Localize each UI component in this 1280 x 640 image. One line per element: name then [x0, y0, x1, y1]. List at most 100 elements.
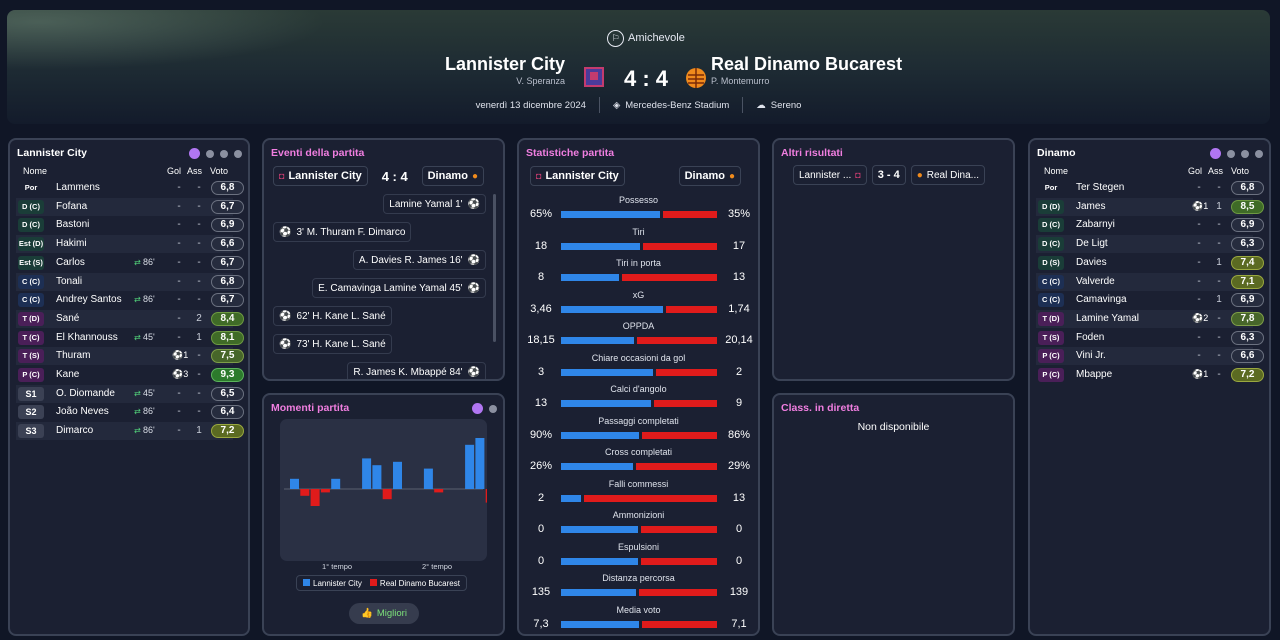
events-home-team[interactable]: ◘ Lannister City [273, 166, 368, 186]
pager-dot-active[interactable] [1210, 148, 1221, 159]
away-team[interactable]: Real Dinamo Bucarest P. Montemurro [711, 53, 902, 87]
lineup-row[interactable]: D (S) Davies - 1 7,4 [1036, 254, 1264, 272]
result-home[interactable]: Lannister ... ◘ [793, 165, 867, 185]
player-name[interactable]: Valverde [1076, 276, 1115, 287]
lineup-row[interactable]: D (C) Fofana - -6,7 [16, 197, 244, 216]
lineup-row[interactable]: P (C) Kane ⚽3-9,3 [16, 366, 244, 384]
lineup-row[interactable]: S2 João Neves ⇄ 86' - -6,4 [16, 403, 244, 421]
goals-value: - [1197, 350, 1201, 362]
player-name[interactable]: James [1076, 201, 1105, 212]
lineup-row[interactable]: T (D) Lamine Yamal ⚽2-7,8 [1036, 309, 1264, 328]
lineup-row[interactable]: C (C) Andrey Santos ⇄ 86' - -6,7 [16, 291, 244, 309]
player-name[interactable]: El Khannouss [56, 332, 118, 343]
stat-home-value: 0 [537, 554, 545, 567]
event-item[interactable]: R. James K. Mbappé 84' ⚽ [347, 362, 486, 379]
player-name[interactable]: Foden [1076, 332, 1104, 343]
stat-home-value: 3,46 [530, 302, 552, 315]
pager-dot[interactable] [220, 149, 228, 158]
lineup-row[interactable]: Por Ter Stegen - -6,8 [1036, 179, 1264, 197]
lineup-row[interactable]: T (S) Foden - -6,3 [1036, 329, 1264, 347]
position-badge: D (S) [1038, 255, 1064, 270]
result-away-label: Real Dina... [926, 169, 980, 181]
stats-home-team[interactable]: ◘ Lannister City [530, 166, 625, 186]
player-name[interactable]: João Neves [56, 406, 109, 417]
lineup-row[interactable]: D (C) Zabarnyi - -6,9 [1036, 216, 1264, 234]
player-name[interactable]: Camavinga [1076, 294, 1127, 305]
away-team-name[interactable]: Real Dinamo Bucarest [711, 53, 902, 75]
pager-dot[interactable] [1241, 149, 1249, 158]
lineup-row[interactable]: P (C) Vini Jr. - -6,6 [1036, 347, 1264, 366]
lineup-row[interactable]: D (D) James ⚽1 1 8,5 [1036, 197, 1264, 216]
event-item[interactable]: ⚽ 62' H. Kane L. Sané [273, 306, 392, 326]
rating-badge: 6,3 [1231, 237, 1264, 252]
lineup-row[interactable]: S3 Dimarco ⇄ 86' -1 7,2 [16, 422, 244, 441]
result-row[interactable]: Lannister ... ◘ 3 - 4 ● Real Dina... [793, 165, 986, 185]
stat-label: Distanza percorsa [602, 573, 675, 583]
substitution: ⇄ 86' [134, 294, 170, 304]
player-name[interactable]: Davies [1076, 257, 1107, 268]
player-name[interactable]: Carlos [56, 257, 85, 268]
player-name[interactable]: Mbappe [1076, 369, 1112, 380]
pager-dot[interactable] [489, 404, 497, 413]
home-team-name[interactable]: Lannister City [445, 53, 565, 75]
result-away[interactable]: ● Real Dina... [910, 165, 986, 185]
event-item[interactable]: ⚽ 3' M. Thuram F. Dimarco [273, 222, 412, 242]
rating-badge: 7,2 [211, 424, 244, 439]
player-name[interactable]: Ter Stegen [1076, 182, 1124, 193]
pager-dot-active[interactable] [189, 148, 200, 159]
lineup-row[interactable]: T (S) Thuram ⚽1-7,5 [16, 347, 244, 366]
pager-dot[interactable] [234, 149, 242, 158]
lineup-row[interactable]: S1 O. Diomande ⇄ 45' - -6,5 [16, 384, 244, 403]
player-name[interactable]: Hakimi [56, 238, 87, 249]
other-results-panel: Altri risultati Lannister ... ◘ 3 - 4 ● … [772, 138, 1015, 381]
player-name[interactable]: Kane [56, 369, 79, 380]
player-name[interactable]: Zabarnyi [1076, 219, 1115, 230]
player-name[interactable]: Fofana [56, 201, 87, 212]
stats-away-team[interactable]: Dinamo ● [678, 166, 741, 186]
player-name[interactable]: Sané [56, 313, 79, 324]
pager-dot[interactable] [1227, 149, 1235, 158]
event-item[interactable]: E. Camavinga Lamine Yamal 45' ⚽ [312, 278, 486, 298]
player-name[interactable]: Lamine Yamal [1076, 313, 1139, 324]
lineup-row[interactable]: T (D) Sané - 2 8,4 [16, 309, 244, 328]
lineup-row[interactable]: Est (S) Carlos ⇄ 86' - -6,7 [16, 254, 244, 272]
player-name[interactable]: Dimarco [56, 425, 93, 436]
chart-bar-away [382, 489, 392, 500]
player-name[interactable]: De Ligt [1076, 238, 1108, 249]
pager-dots [189, 148, 242, 159]
events-away-team[interactable]: Dinamo ● [421, 166, 484, 186]
lineup-row[interactable]: Por Lammens - -6,8 [16, 179, 244, 197]
rating-badge: 6,9 [1231, 293, 1264, 308]
home-team[interactable]: Lannister City V. Speranza [445, 53, 565, 87]
substitution-icon: ⇄ [134, 426, 141, 436]
stat-away-bar [654, 400, 717, 407]
player-name[interactable]: Lammens [56, 182, 100, 193]
player-name[interactable]: Tonali [56, 276, 82, 287]
pager-dot-active[interactable] [472, 403, 483, 414]
lineup-row[interactable]: Est (D) Hakimi - -6,6 [16, 235, 244, 254]
lineup-row[interactable]: P (C) Mbappe ⚽1-7,2 [1036, 366, 1264, 384]
pager-dot[interactable] [206, 149, 214, 158]
lineup-row[interactable]: D (C) De Ligt - -6,3 [1036, 235, 1264, 254]
events-scrollbar[interactable] [493, 194, 496, 342]
chart-bar-home [465, 444, 475, 489]
goals-value: - [177, 200, 181, 212]
player-name[interactable]: O. Diomande [56, 388, 115, 399]
event-item[interactable]: Lamine Yamal 1' ⚽ [383, 194, 486, 214]
lineup-row[interactable]: T (C) El Khannouss ⇄ 45' -1 8,1 [16, 329, 244, 347]
event-item[interactable]: ⚽ 73' H. Kane L. Sané [273, 334, 392, 354]
migliori-button[interactable]: 👍 Migliori [349, 603, 419, 624]
player-name[interactable]: Vini Jr. [1076, 350, 1106, 361]
lineup-row[interactable]: C (C) Tonali - -6,8 [16, 272, 244, 291]
lineup-row[interactable]: C (C) Valverde - -7,1 [1036, 272, 1264, 291]
player-name[interactable]: Andrey Santos [56, 294, 122, 305]
player-name[interactable]: Thuram [56, 350, 90, 361]
lineup-row[interactable]: C (C) Camavinga - 1 6,9 [1036, 291, 1264, 309]
chart-bar-home [372, 465, 382, 489]
event-item[interactable]: A. Davies R. James 16' ⚽ [352, 250, 486, 270]
lineup-row[interactable]: D (C) Bastoni - -6,9 [16, 216, 244, 234]
player-name[interactable]: Bastoni [56, 219, 89, 230]
pager-dot[interactable] [1255, 149, 1263, 158]
away-crest-icon: ● [471, 170, 478, 182]
position-badge: T (S) [1038, 330, 1064, 345]
